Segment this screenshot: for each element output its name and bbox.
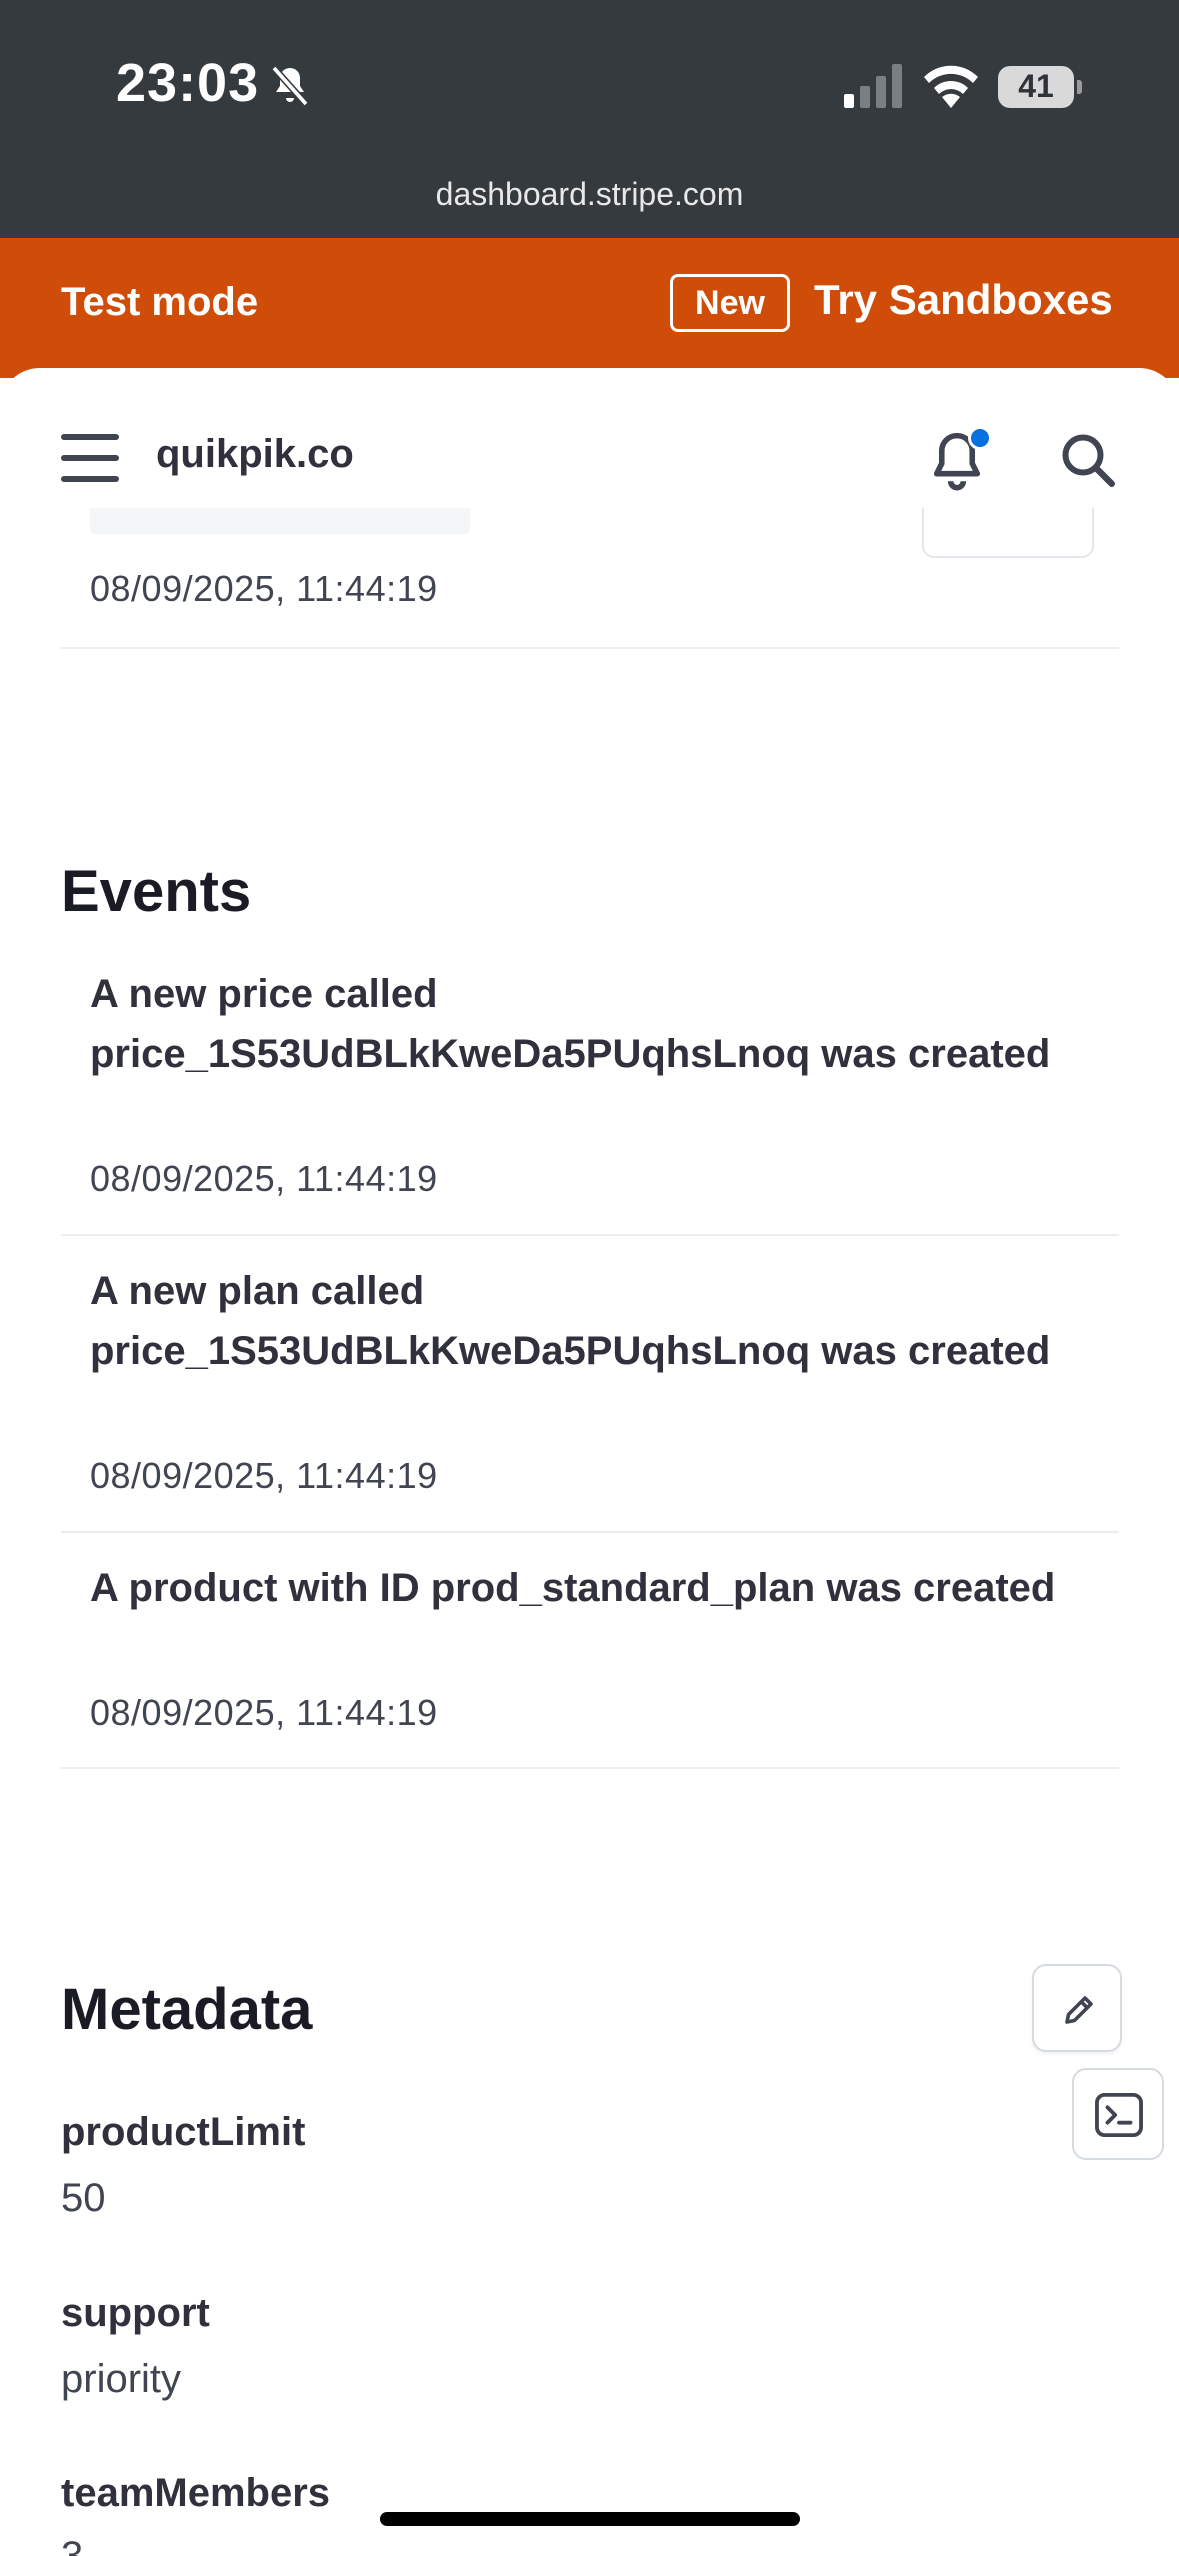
new-badge: New <box>670 274 790 332</box>
edit-metadata-button[interactable] <box>1032 1964 1122 2052</box>
metadata-value: priority <box>61 2357 182 2401</box>
divider <box>61 647 1119 649</box>
wifi-icon <box>924 65 978 108</box>
event-date: 08/09/2025, 11:44:19 <box>90 1692 438 1733</box>
events-title: Events <box>61 859 252 924</box>
status-bar: 23:03 41 dashboard.stripe.com <box>0 0 1179 238</box>
event-date: 08/09/2025, 11:44:19 <box>90 1158 438 1199</box>
metadata-key: productLimit <box>61 2110 306 2154</box>
metadata-key: support <box>61 2291 210 2335</box>
event-description: A new price called price_1S53UdBLkKweDa5… <box>90 972 1051 1076</box>
status-time: 23:03 <box>116 53 260 113</box>
notification-dot <box>968 426 992 450</box>
divider <box>61 1234 1119 1236</box>
dashboard-header: quikpik.co <box>0 368 1179 508</box>
metadata-value: 50 <box>61 2176 106 2220</box>
try-sandboxes-link[interactable]: Try Sandboxes <box>814 276 1113 324</box>
metadata-title: Metadata <box>61 1977 313 2042</box>
cellular-signal-icon <box>844 64 902 108</box>
metadata-value: 3 <box>61 2534 84 2556</box>
menu-icon[interactable] <box>61 434 119 482</box>
pencil-icon <box>1065 1996 1093 2024</box>
battery-level: 41 <box>1018 68 1054 104</box>
terminal-icon <box>1095 2092 1143 2138</box>
previous-item-date: 08/09/2025, 11:44:19 <box>90 568 438 609</box>
divider <box>61 1531 1119 1533</box>
bell-muted-icon <box>271 65 309 107</box>
metadata-key: teamMembers <box>61 2471 331 2515</box>
battery-indicator: 41 <box>998 66 1082 108</box>
test-mode-banner: Test mode New Try Sandboxes <box>0 238 1179 378</box>
search-icon[interactable] <box>1058 430 1118 490</box>
divider <box>61 1767 1119 1769</box>
event-date: 08/09/2025, 11:44:19 <box>90 1455 438 1496</box>
home-indicator[interactable] <box>380 2512 800 2526</box>
test-mode-label: Test mode <box>61 280 259 324</box>
account-name[interactable]: quikpik.co <box>156 432 354 477</box>
address-bar-url[interactable]: dashboard.stripe.com <box>0 176 1179 213</box>
developer-shell-button[interactable] <box>1072 2068 1164 2160</box>
event-description: A product with ID prod_standard_plan was… <box>90 1566 1056 1610</box>
main-content: 08/09/2025, 11:44:19 Events A new price … <box>0 368 1179 2556</box>
event-description: A new plan called price_1S53UdBLkKweDa5P… <box>90 1269 1051 1373</box>
scrolled-content-fragment <box>90 504 470 534</box>
